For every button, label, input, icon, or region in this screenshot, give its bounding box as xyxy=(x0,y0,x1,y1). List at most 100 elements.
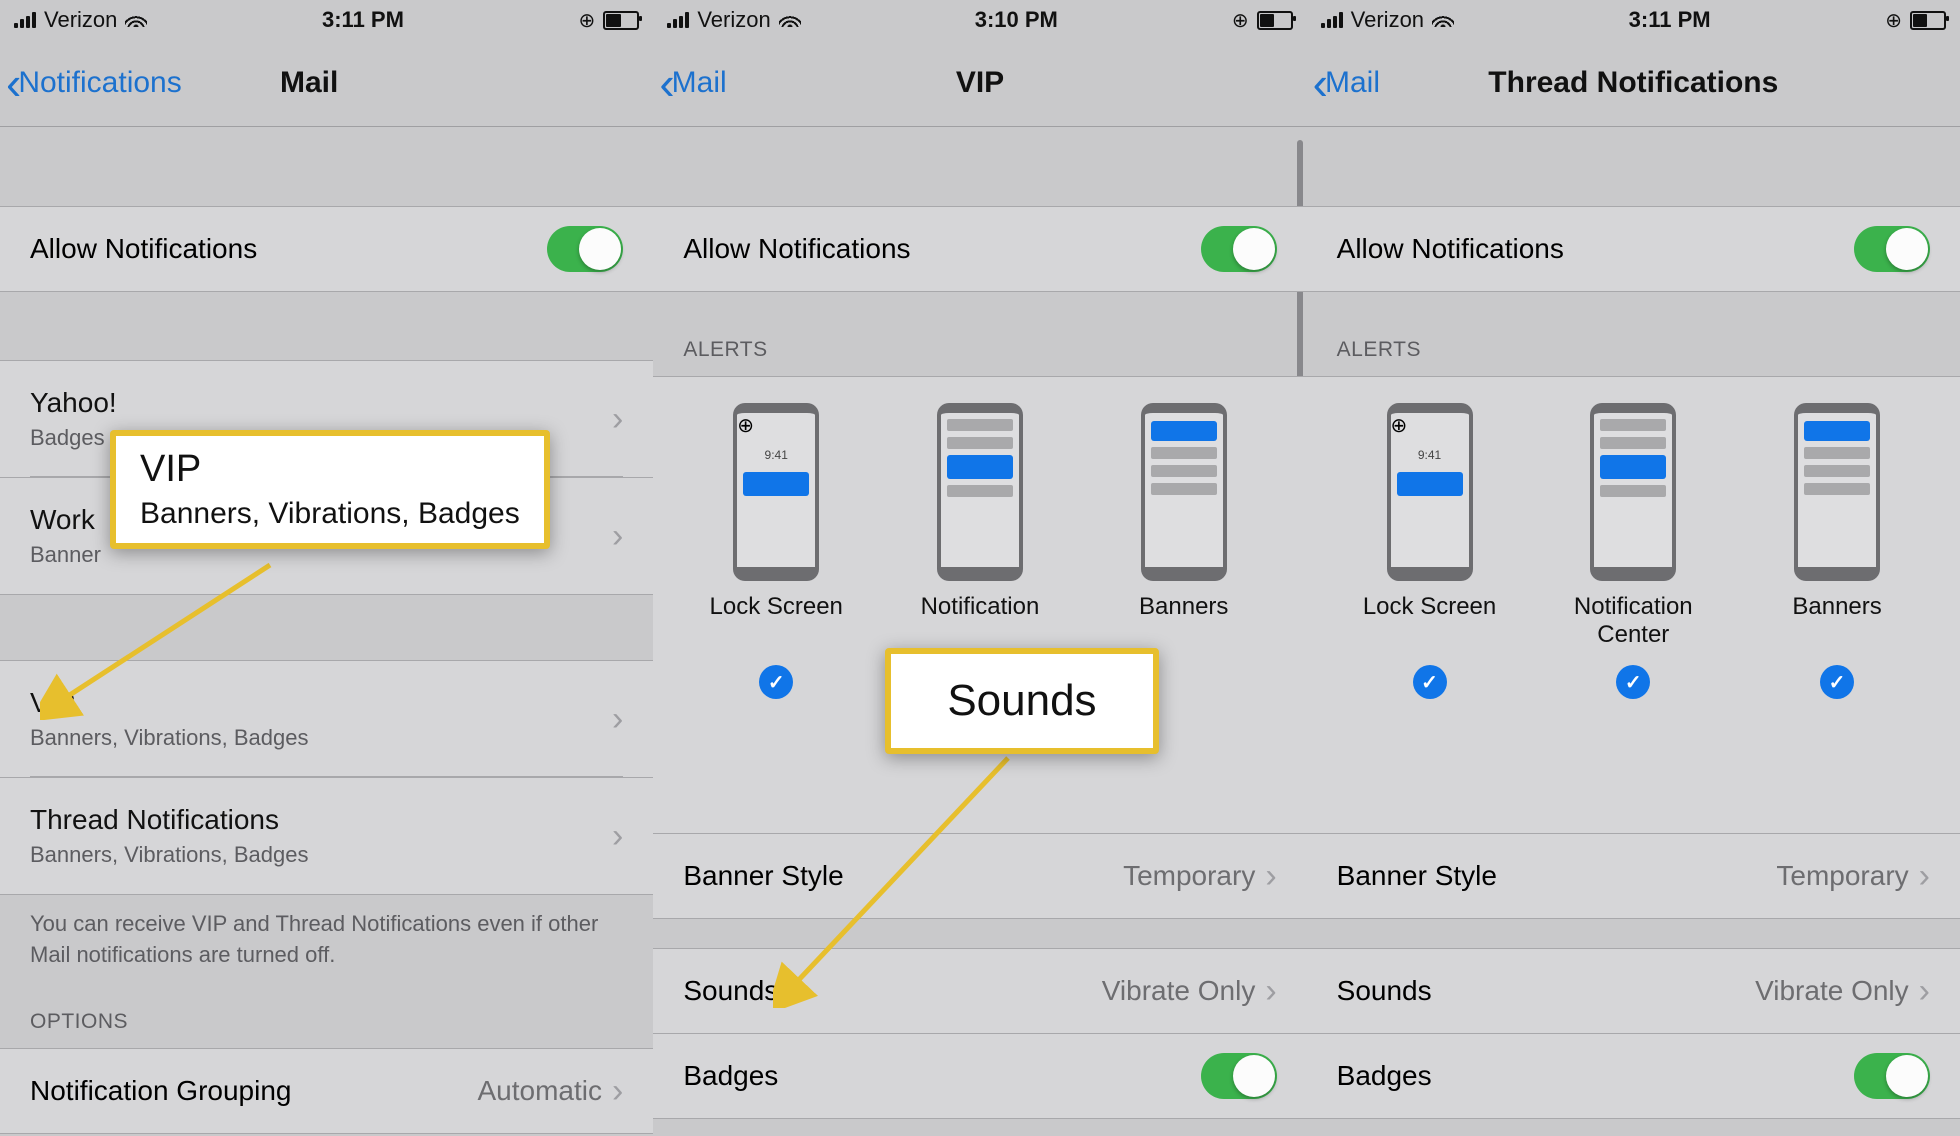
footer-note: You can receive VIP and Thread Notificat… xyxy=(0,895,653,971)
toggle-allow-notifications[interactable] xyxy=(1854,226,1930,272)
grouping-label: Notification Grouping xyxy=(30,1075,291,1107)
nav-bar: ‹ Mail Thread Notifications xyxy=(1307,40,1960,127)
account-title: Work xyxy=(30,504,101,536)
section-header-alerts: ALERTS xyxy=(1307,338,1960,376)
back-label: Mail xyxy=(672,66,727,100)
alert-opt-label: Lock Screen xyxy=(710,593,843,653)
checkmark-icon: ✓ xyxy=(1616,665,1650,699)
orientation-lock-icon xyxy=(1232,7,1249,33)
back-button[interactable]: ‹ Mail xyxy=(659,66,726,100)
callout-title: VIP xyxy=(140,448,520,491)
alert-opt-label: Notification xyxy=(921,593,1040,653)
cell-banner-style[interactable]: Banner Style Temporary › xyxy=(653,834,1306,919)
allow-label: Allow Notifications xyxy=(30,233,257,265)
checkmark-icon: ✓ xyxy=(759,665,793,699)
screen-thread-notifications: Verizon 3:11 PM ‹ Mail Thread Notificati… xyxy=(1307,0,1960,1136)
screen-mail-notifications: Verizon 3:11 PM ‹ Notifications Mail All… xyxy=(0,0,653,1136)
cell-sounds[interactable]: Sounds Vibrate Only › xyxy=(653,948,1306,1034)
wifi-icon xyxy=(125,7,147,33)
account-title: Yahoo! xyxy=(30,387,117,419)
status-time: 3:11 PM xyxy=(1629,7,1711,33)
chevron-right-icon: › xyxy=(1919,857,1930,896)
carrier-label: Verizon xyxy=(1351,7,1424,33)
cell-vip[interactable]: VIP Banners, Vibrations, Badges › xyxy=(0,660,653,778)
lockscreen-preview-icon: 9:41 xyxy=(1387,403,1473,581)
callout-sounds: Sounds xyxy=(885,648,1158,754)
account-subtitle: Badges xyxy=(30,425,117,451)
nav-bar: ‹ Mail VIP xyxy=(653,40,1306,127)
screen-vip-settings: Verizon 3:10 PM ‹ Mail VIP Allow Notific… xyxy=(653,0,1306,1136)
carrier-label: Verizon xyxy=(697,7,770,33)
toggle-badges[interactable] xyxy=(1854,1053,1930,1099)
banners-preview-icon xyxy=(1794,403,1880,581)
status-bar: Verizon 3:10 PM xyxy=(653,0,1306,40)
notification-center-preview-icon xyxy=(937,403,1023,581)
wifi-icon xyxy=(779,7,801,33)
cell-allow-notifications: Allow Notifications xyxy=(653,206,1306,292)
nav-title: Mail xyxy=(280,66,653,100)
back-label: Notifications xyxy=(18,66,181,100)
back-button[interactable]: ‹ Mail xyxy=(1313,66,1380,100)
cell-allow-notifications: Allow Notifications xyxy=(0,206,653,292)
battery-icon xyxy=(1257,11,1293,30)
cell-alert-styles: 9:41 Lock Screen ✓ Notification Center ✓ xyxy=(1307,376,1960,834)
back-label: Mail xyxy=(1325,66,1380,100)
callout-title: Sounds xyxy=(947,676,1096,726)
cell-banner-style[interactable]: Banner Style Temporary › xyxy=(1307,834,1960,919)
banner-style-label: Banner Style xyxy=(1337,860,1497,892)
battery-icon xyxy=(603,11,639,30)
threads-subtitle: Banners, Vibrations, Badges xyxy=(30,842,308,868)
toggle-badges[interactable] xyxy=(1201,1053,1277,1099)
cell-thread-notifications[interactable]: Thread Notifications Banners, Vibrations… xyxy=(0,778,653,895)
nav-title: Thread Notifications xyxy=(1307,66,1960,100)
chevron-right-icon: › xyxy=(612,700,623,739)
threads-title: Thread Notifications xyxy=(30,804,308,836)
signal-bars-icon xyxy=(1321,12,1343,28)
account-subtitle: Banner xyxy=(30,542,101,568)
alert-opt-lock-screen[interactable]: 9:41 Lock Screen ✓ xyxy=(1345,403,1515,699)
cell-notification-grouping[interactable]: Notification Grouping Automatic › xyxy=(0,1048,653,1134)
alert-opt-banners[interactable]: Banners ✓ xyxy=(1752,403,1922,699)
cell-badges: Badges xyxy=(1307,1034,1960,1119)
alert-opt-notification-center[interactable]: Notification Center ✓ xyxy=(1548,403,1718,699)
notification-center-preview-icon xyxy=(1590,403,1676,581)
vip-title: VIP xyxy=(30,687,308,719)
orientation-lock-icon xyxy=(579,7,596,33)
checkmark-icon: ✓ xyxy=(1820,665,1854,699)
chevron-right-icon: › xyxy=(612,817,623,856)
status-time: 3:10 PM xyxy=(975,7,1058,33)
sounds-label: Sounds xyxy=(683,975,778,1007)
alert-opt-label: Lock Screen xyxy=(1363,593,1496,653)
orientation-lock-icon xyxy=(1885,7,1902,33)
banner-style-label: Banner Style xyxy=(683,860,843,892)
nav-title: VIP xyxy=(653,66,1306,100)
alert-opt-lock-screen[interactable]: 9:41 Lock Screen ✓ xyxy=(691,403,861,699)
banners-preview-icon xyxy=(1141,403,1227,581)
lockscreen-preview-icon: 9:41 xyxy=(733,403,819,581)
chevron-right-icon: › xyxy=(612,517,623,556)
cell-badges: Badges xyxy=(653,1034,1306,1119)
section-header-options: OPTIONS xyxy=(0,1010,653,1048)
carrier-label: Verizon xyxy=(44,7,117,33)
toggle-allow-notifications[interactable] xyxy=(547,226,623,272)
battery-icon xyxy=(1910,11,1946,30)
badges-label: Badges xyxy=(1337,1060,1432,1092)
signal-bars-icon xyxy=(14,12,36,28)
section-header-alerts: ALERTS xyxy=(653,338,1306,376)
chevron-right-icon: › xyxy=(1919,972,1930,1011)
back-button[interactable]: ‹ Notifications xyxy=(6,66,182,100)
callout-vip: VIP Banners, Vibrations, Badges xyxy=(110,430,550,549)
sounds-label: Sounds xyxy=(1337,975,1432,1007)
toggle-allow-notifications[interactable] xyxy=(1201,226,1277,272)
checkmark-icon: ✓ xyxy=(1413,665,1447,699)
cell-sounds[interactable]: Sounds Vibrate Only › xyxy=(1307,948,1960,1034)
sounds-value: Vibrate Only xyxy=(1755,975,1909,1007)
vip-subtitle: Banners, Vibrations, Badges xyxy=(30,725,308,751)
callout-subtitle: Banners, Vibrations, Badges xyxy=(140,497,520,531)
status-bar: Verizon 3:11 PM xyxy=(1307,0,1960,40)
sounds-value: Vibrate Only xyxy=(1102,975,1256,1007)
allow-label: Allow Notifications xyxy=(1337,233,1564,265)
alert-opt-label: Notification Center xyxy=(1548,593,1718,653)
nav-bar: ‹ Notifications Mail xyxy=(0,40,653,127)
chevron-right-icon: › xyxy=(612,1072,623,1111)
